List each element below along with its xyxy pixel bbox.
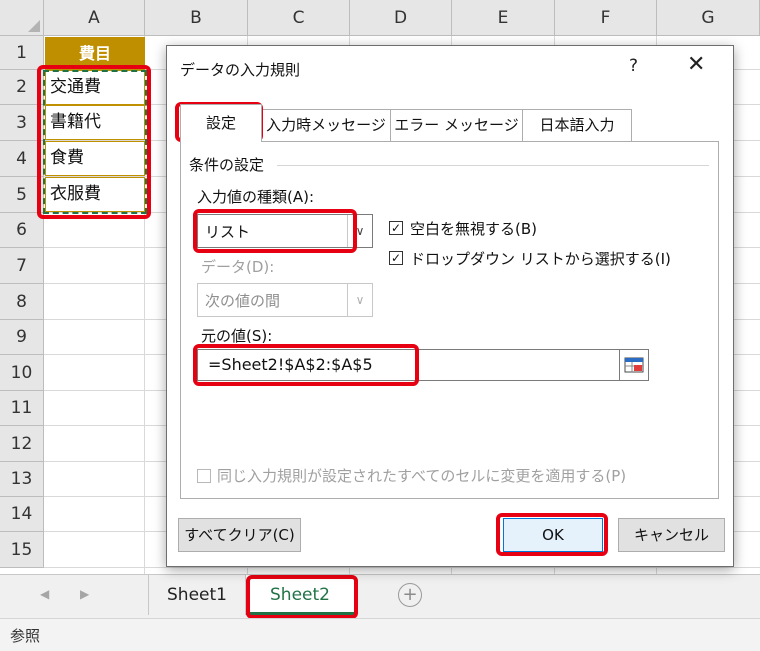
source-label: 元の値(S): [201,327,273,345]
row-header-1[interactable]: 1 [0,36,44,70]
range-select-icon [624,357,644,373]
row-header-10[interactable]: 10 [0,355,44,391]
row-header-8[interactable]: 8 [0,284,44,320]
ignore-blank-checkbox[interactable]: ✓ [389,221,403,235]
clear-all-button[interactable]: すべてクリア(C) [178,518,301,552]
column-header-b[interactable]: B [145,0,248,36]
highlight-allow-select [193,209,357,253]
column-header-f[interactable]: F [555,0,657,36]
apply-all-checkbox [197,469,211,483]
group-divider [277,165,709,166]
highlight-sheet2-tab [246,575,358,619]
dropdown-label[interactable]: ドロップダウン リストから選択する(I) [410,248,671,269]
dropdown-checkbox[interactable]: ✓ [389,251,403,265]
allow-label: 入力値の種類(A): [197,188,315,206]
highlight-source-input [193,344,419,386]
highlight-range-box [37,65,151,219]
range-picker-button[interactable] [619,349,649,381]
column-header-c[interactable]: C [248,0,350,36]
row-header-7[interactable]: 7 [0,248,44,284]
row-header-13[interactable]: 13 [0,462,44,497]
tab-input-message[interactable]: 入力時メッセージ [261,109,391,141]
column-header-d[interactable]: D [350,0,452,36]
data-label: データ(D): [201,258,275,276]
row-header-14[interactable]: 14 [0,497,44,532]
ignore-blank-label[interactable]: 空白を無視する(B) [410,218,537,239]
column-header-g[interactable]: G [657,0,760,36]
data-select: 次の値の間 ∨ [197,283,373,317]
tab-ime-mode[interactable]: 日本語入力 [522,109,632,141]
tab-scroll-left-icon[interactable]: ◀ [40,587,49,601]
cancel-button[interactable]: キャンセル [618,518,725,552]
data-validation-dialog: データの入力規則 ? ✕ 設定 入力時メッセージ エラー メッセージ 日本語入力… [166,45,734,567]
dialog-title: データの入力規則 [180,61,301,79]
data-select-value: 次の値の間 [205,292,281,310]
status-mode-text: 参照 [10,627,41,645]
status-bar: 参照 [0,618,760,651]
row-header-6[interactable]: 6 [0,213,44,248]
select-all-corner[interactable] [0,0,44,36]
chevron-down-icon: ∨ [347,284,372,316]
row-header-15[interactable]: 15 [0,532,44,568]
tab-settings[interactable]: 設定 [180,104,262,142]
sheet-tab-bar: ◀ ▶ Sheet1 Sheet2 + [0,574,760,619]
apply-all-label: 同じ入力規則が設定されたすべてのセルに変更を適用する(P) [217,467,627,485]
highlight-ok-button [496,513,608,556]
column-header-e[interactable]: E [452,0,555,36]
criteria-group-label: 条件の設定 [189,156,265,174]
close-icon[interactable]: ✕ [687,52,705,77]
tab-error-alert[interactable]: エラー メッセージ [390,109,523,141]
row-header-9[interactable]: 9 [0,320,44,355]
tab-scroll-right-icon[interactable]: ▶ [80,587,89,601]
add-sheet-icon[interactable]: + [398,583,422,607]
row-header-12[interactable]: 12 [0,426,44,462]
sheet-tab-sheet1[interactable]: Sheet1 [148,575,246,615]
help-button[interactable]: ? [629,56,638,76]
grid-line [44,567,760,568]
row-header-11[interactable]: 11 [0,391,44,426]
column-header-a[interactable]: A [44,0,145,36]
